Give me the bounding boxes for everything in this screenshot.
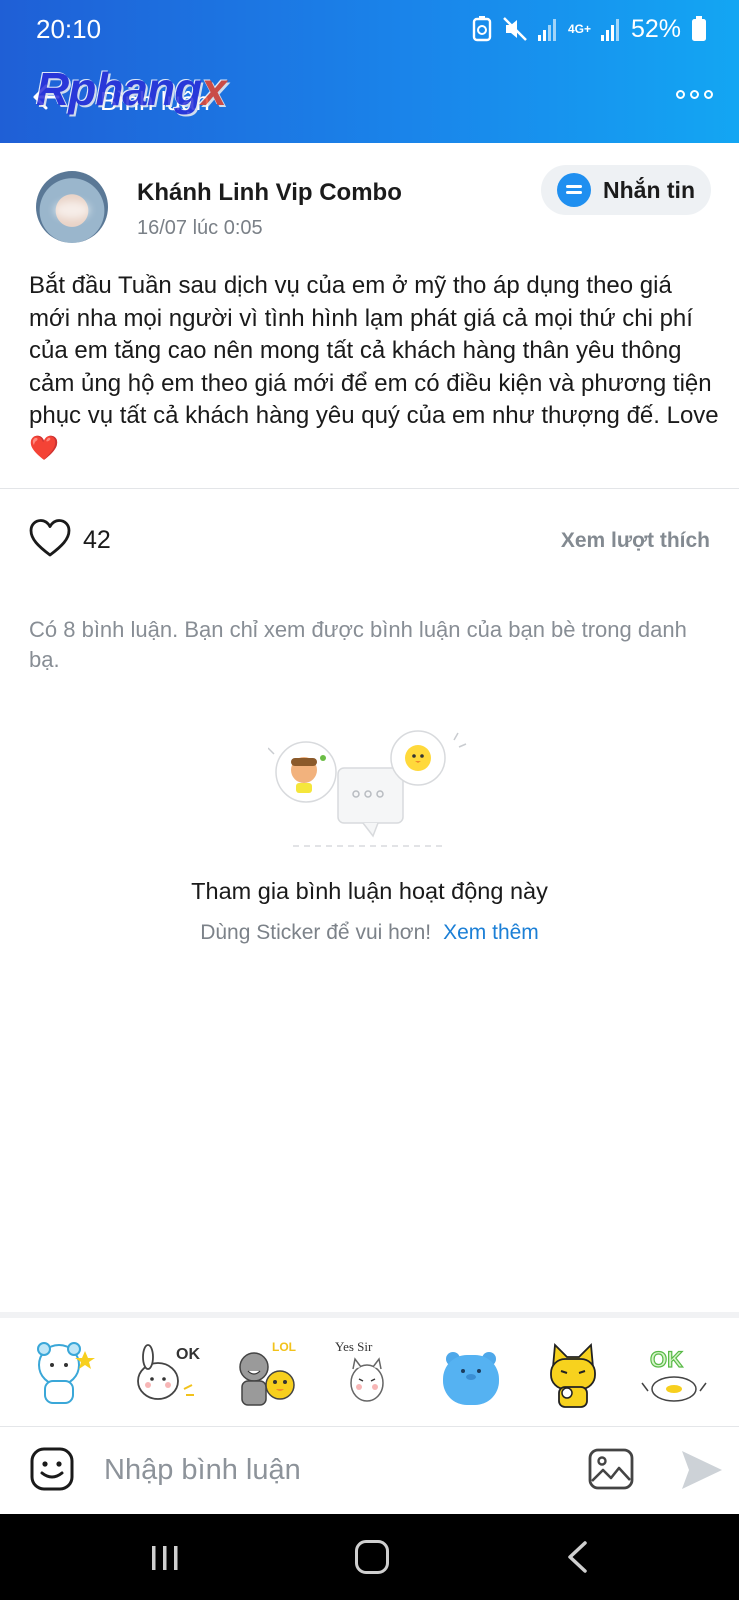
chat-bubble-icon <box>557 173 591 207</box>
ok-duck-sticker-icon[interactable]: OK <box>638 1337 710 1409</box>
sticker-strip: OK LOL Yes Sir OK <box>0 1320 739 1426</box>
heart-emoji-icon: ❤️ <box>29 434 59 462</box>
bear-sticker-icon[interactable] <box>29 1337 101 1409</box>
send-icon[interactable] <box>680 1449 724 1491</box>
like-heart-icon[interactable] <box>28 518 72 558</box>
sticker-text: OK <box>176 1346 200 1363</box>
signal-icon-2 <box>600 19 619 41</box>
status-icons: 4G+ 52% <box>472 14 707 44</box>
ok-bunny-sticker-icon[interactable]: OK <box>130 1337 202 1409</box>
recent-apps-icon[interactable] <box>150 1544 180 1572</box>
message-button-label: Nhắn tin <box>603 176 695 203</box>
comments-note: Có 8 bình luận. Bạn chỉ xem được bình lu… <box>29 617 687 672</box>
comment-composer <box>0 1427 739 1513</box>
yes-sir-cat-sticker-icon[interactable]: Yes Sir <box>333 1337 405 1409</box>
sticker-text: Yes Sir <box>335 1339 373 1354</box>
empty-state-subtitle-text: Dùng Sticker để vui hơn! <box>200 921 432 944</box>
mute-icon <box>503 17 527 41</box>
status-time: 20:10 <box>36 14 102 44</box>
empty-state-subtitle: Dùng Sticker để vui hơn! Xem thêm <box>0 921 739 945</box>
see-likes-link[interactable]: Xem lượt thích <box>561 529 710 553</box>
watermark-x: x <box>201 63 227 115</box>
emoji-sticker-icon[interactable] <box>30 1447 74 1491</box>
blue-bear-sticker-icon[interactable] <box>435 1337 507 1409</box>
empty-state-title: Tham gia bình luận hoạt động này <box>191 878 548 904</box>
top-app-bar: 20:10 4G+ 52% Bình luận Rphangx <box>0 0 739 143</box>
post-header: Khánh Linh Vip Combo 16/07 lúc 0:05 Nhắn… <box>0 143 739 253</box>
watermark-main: Rphang <box>36 63 202 115</box>
yellow-cat-sticker-icon[interactable] <box>537 1337 609 1409</box>
network-type: 4G+ <box>567 22 591 36</box>
sticker-text: OK <box>650 1347 683 1372</box>
post-timestamp: 16/07 lúc 0:05 <box>137 217 263 239</box>
watermark-logo: Rphangx <box>36 62 227 116</box>
message-button[interactable]: Nhắn tin <box>541 165 711 215</box>
battery-saver-icon <box>472 16 492 42</box>
signal-icon-1 <box>537 19 556 41</box>
more-options-icon[interactable] <box>676 90 713 99</box>
battery-percent: 52% <box>630 14 681 43</box>
image-picker-icon[interactable] <box>588 1447 634 1491</box>
post-body: Bắt đầu Tuần sau dịch vụ của em ở mỹ tho… <box>29 270 719 465</box>
avatar[interactable] <box>36 171 108 243</box>
post-text: Bắt đầu Tuần sau dịch vụ của em ở mỹ tho… <box>29 272 719 429</box>
like-count: 42 <box>83 526 111 554</box>
lol-duo-sticker-icon[interactable]: LOL <box>232 1337 304 1409</box>
comment-input[interactable] <box>104 1445 544 1495</box>
like-row: 42 Xem lượt thích <box>0 500 739 580</box>
sticker-text: LOL <box>272 1340 296 1354</box>
empty-comments-illustration <box>268 730 467 847</box>
see-more-link[interactable]: Xem thêm <box>443 921 539 944</box>
author-name[interactable]: Khánh Linh Vip Combo <box>137 179 402 207</box>
header: Bình luận Rphangx <box>0 60 739 140</box>
battery-icon <box>692 16 706 41</box>
divider <box>0 488 739 489</box>
home-icon[interactable] <box>355 1540 389 1574</box>
system-back-icon[interactable] <box>565 1540 589 1574</box>
divider <box>0 1312 739 1318</box>
system-navigation-bar <box>0 1514 739 1600</box>
